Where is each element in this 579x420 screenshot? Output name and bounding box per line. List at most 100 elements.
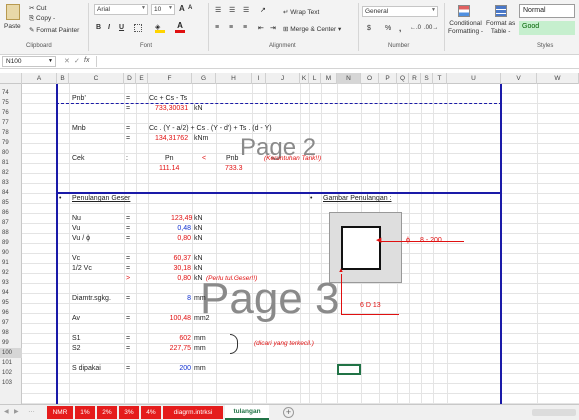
row-header[interactable]: 78 (0, 128, 22, 138)
row-header[interactable]: 75 (0, 98, 22, 108)
cell-eq[interactable]: = (126, 294, 130, 304)
merge-center-button[interactable]: ⊞ Merge & Center ▾ (283, 25, 341, 33)
name-box[interactable]: N100 ▼ (2, 56, 56, 67)
cell-eq[interactable]: = (126, 364, 130, 374)
align-left-icon[interactable]: ≡ (215, 24, 219, 31)
cell-nu-value[interactable]: 123,49 (171, 214, 192, 224)
cell-eq[interactable]: = (126, 214, 130, 224)
align-top-icon[interactable]: ☰ (215, 6, 221, 14)
font-size-select[interactable]: 10 ▼ (151, 4, 175, 15)
cell-eq[interactable]: = (126, 314, 130, 324)
cell-cmp-value[interactable]: 0,80 (171, 274, 191, 284)
cell-unit[interactable]: mm (194, 334, 206, 344)
tab-tulangan[interactable]: tulangan (225, 405, 269, 420)
number-format-select[interactable]: General ▼ (362, 6, 438, 17)
row-header[interactable]: 101 (0, 358, 22, 368)
horizontal-scrollbar[interactable] (532, 409, 576, 416)
tab-3pct[interactable]: 3% (119, 406, 139, 419)
column-header[interactable]: S (421, 73, 433, 84)
column-header[interactable]: H (216, 73, 252, 84)
column-header[interactable]: E (136, 73, 148, 84)
cell-pnb-value[interactable]: 733,30031 (155, 104, 188, 114)
row-header[interactable]: 98 (0, 328, 22, 338)
font-color-icon[interactable]: A (175, 22, 185, 33)
row-header[interactable]: 82 (0, 168, 22, 178)
cell-mnb-label[interactable]: Mnb (72, 124, 86, 134)
comma-button[interactable]: , (399, 24, 401, 33)
row-header[interactable]: 94 (0, 288, 22, 298)
cell-sdipakai-label[interactable]: S dipakai (72, 364, 101, 374)
cell-penulangan-geser[interactable]: Penulangan Geser (72, 194, 130, 204)
bold-button[interactable]: B (96, 24, 101, 31)
cell-av-value[interactable]: 100,48 (166, 314, 191, 324)
cell-vuphi-value[interactable]: 0,80 (171, 234, 191, 244)
wrap-text-button[interactable]: ↵ Wrap Text (283, 8, 319, 16)
cell-phi-symbol[interactable]: ϕ (406, 236, 410, 246)
cut-button[interactable]: ✂ Cut (29, 4, 46, 12)
style-normal[interactable]: Normal (519, 4, 575, 18)
add-sheet-icon[interactable]: + (283, 407, 294, 418)
cell-stirrup-spec[interactable]: 8 - 200 (420, 236, 442, 246)
cell-eq[interactable]: = (126, 254, 130, 264)
row-header[interactable]: 79 (0, 138, 22, 148)
selected-cell[interactable] (337, 364, 361, 375)
paste-button[interactable]: Paste (4, 23, 21, 30)
cell-eq[interactable]: = (126, 344, 130, 354)
formula-input[interactable] (96, 56, 576, 67)
cancel-icon[interactable]: ✕ (64, 57, 70, 65)
column-header[interactable]: D (124, 73, 136, 84)
cell-unit[interactable]: mm2 (194, 314, 210, 324)
cell-perlu-note[interactable]: (Perlu tul.Geser!!) (206, 274, 257, 284)
shrink-font-button[interactable]: A (188, 5, 192, 11)
percent-button[interactable]: % (385, 25, 391, 32)
cell-diamtr-value[interactable]: 8 (171, 294, 191, 304)
cell-vu-label[interactable]: Vu (72, 224, 80, 234)
align-center-icon[interactable]: ≡ (229, 24, 233, 31)
cell-unit[interactable]: mm (194, 294, 206, 304)
cell-av-label[interactable]: Av (72, 314, 80, 324)
tab-4pct[interactable]: 4% (141, 406, 161, 419)
cell-gt[interactable]: > (126, 274, 130, 284)
cell-pnb-label2[interactable]: Pnb (226, 154, 238, 164)
row-header[interactable]: 96 (0, 308, 22, 318)
cell-unit[interactable]: kN (194, 274, 203, 284)
column-header[interactable]: O (361, 73, 379, 84)
cell-diamtr-label[interactable]: Diamtr.sgkg. (72, 294, 111, 304)
currency-button[interactable]: $ (367, 25, 371, 32)
borders-icon[interactable] (134, 24, 142, 32)
format-painter-button[interactable]: ✎ Format Painter (29, 26, 79, 34)
cell-dicari-note[interactable]: (dicari yang terkecil.) (254, 339, 314, 349)
column-header[interactable]: B (57, 73, 69, 84)
row-header[interactable]: 89 (0, 238, 22, 248)
cell-keruntuhan-note[interactable]: (Keruntuhan Tarik!!) (264, 154, 321, 164)
tab-scroll-left-icon[interactable]: ◀ (4, 408, 9, 415)
cell-s2-value[interactable]: 227,75 (166, 344, 191, 354)
cell-lt[interactable]: < (202, 154, 206, 164)
underline-button[interactable]: U (119, 24, 124, 31)
row-header[interactable]: 91 (0, 258, 22, 268)
grow-font-button[interactable]: A (179, 4, 185, 13)
cell-unit[interactable]: kNm (194, 134, 208, 144)
cell-eq[interactable]: = (126, 264, 130, 274)
row-header[interactable]: 84 (0, 188, 22, 198)
cell-vu-value[interactable]: 0,48 (171, 224, 191, 234)
paste-icon[interactable] (6, 4, 20, 20)
insert-function-icon[interactable]: fx (84, 57, 89, 64)
cell-vc-value[interactable]: 60,37 (171, 254, 191, 264)
cell-halfvc-value[interactable]: 30,18 (171, 264, 191, 274)
copy-button[interactable]: ⎘ Copy - (29, 15, 55, 23)
cell-eq[interactable]: = (126, 224, 130, 234)
column-header[interactable]: C (69, 73, 124, 84)
cell-cek-label[interactable]: Cek (72, 154, 84, 164)
align-right-icon[interactable]: ≡ (243, 24, 247, 31)
cell-pnb-formula[interactable]: Cc + Cs - Ts (149, 94, 187, 104)
cell-s2-label[interactable]: S2 (72, 344, 81, 354)
cell-unit[interactable]: kN (194, 254, 203, 264)
row-header[interactable]: 80 (0, 148, 22, 158)
row-header[interactable]: 76 (0, 108, 22, 118)
row-header[interactable]: 97 (0, 318, 22, 328)
row-header[interactable]: 92 (0, 268, 22, 278)
column-header[interactable]: G (192, 73, 216, 84)
column-header[interactable]: N (337, 73, 361, 84)
cell-eq[interactable]: = (126, 134, 130, 144)
